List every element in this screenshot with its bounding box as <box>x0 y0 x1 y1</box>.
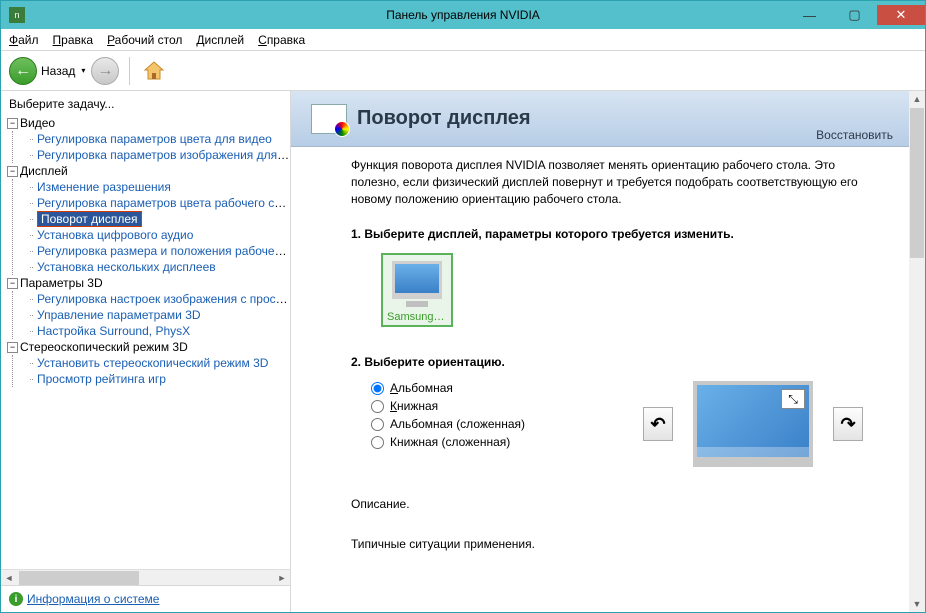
sidebar-hscrollbar[interactable]: ◄ ► <box>1 569 290 585</box>
menu-help[interactable]: Справка <box>258 33 305 47</box>
home-button[interactable] <box>140 57 168 85</box>
tree-item[interactable]: Просмотр рейтинга игр <box>29 371 290 387</box>
toolbar-separator <box>129 57 130 85</box>
tree-group-video[interactable]: −Видео <box>7 115 290 131</box>
scroll-right-icon[interactable]: ► <box>274 571 290 585</box>
task-label: Выберите задачу... <box>1 95 290 115</box>
menu-file[interactable]: Файл <box>9 33 39 47</box>
tree-item[interactable]: Регулировка параметров цвета для видео <box>29 131 290 147</box>
info-icon: i <box>9 592 23 606</box>
menu-desktop[interactable]: Рабочий стол <box>107 33 182 47</box>
tree-item[interactable]: Установить стереоскопический режим 3D <box>29 355 290 371</box>
step2-title: 2. Выберите ориентацию. <box>351 355 873 369</box>
typical-heading: Типичные ситуации применения. <box>351 537 873 551</box>
collapse-icon: − <box>7 118 18 129</box>
display-name: Samsung S22… <box>387 311 447 323</box>
window-title: Панель управления NVIDIA <box>386 8 540 22</box>
back-dropdown-icon[interactable]: ▾ <box>81 66 85 75</box>
tree-item[interactable]: Регулировка размера и положения рабочего… <box>29 243 290 259</box>
menu-edit[interactable]: Правка <box>53 33 94 47</box>
back-icon: ← <box>9 57 37 85</box>
tree-item[interactable]: Установка цифрового аудио <box>29 227 290 243</box>
back-label: Назад <box>41 64 75 78</box>
radio-landscape[interactable]: Альбомная <box>371 381 525 395</box>
tree-item[interactable]: Регулировка настроек изображения с просм… <box>29 291 290 307</box>
tree-item[interactable]: Настройка Surround, PhysX <box>29 323 290 339</box>
radio-portrait-flipped[interactable]: Книжная (сложенная) <box>371 435 525 449</box>
orientation-radios: Альбомная Книжная Альбомная (сложенная) … <box>371 381 525 453</box>
description-heading: Описание. <box>351 497 873 511</box>
toolbar: ← Назад ▾ → <box>1 51 925 91</box>
system-info-link[interactable]: i Информация о системе <box>1 585 290 612</box>
maximize-button[interactable]: ▢ <box>832 5 877 25</box>
page-description: Функция поворота дисплея NVIDIA позволяе… <box>351 157 873 207</box>
tree: −Видео Регулировка параметров цвета для … <box>1 115 290 569</box>
restore-link[interactable]: Восстановить <box>816 128 893 142</box>
sidebar: Выберите задачу... −Видео Регулировка па… <box>1 91 291 612</box>
main-panel: Поворот дисплея Восстановить Функция пов… <box>291 91 925 612</box>
rotate-ccw-button[interactable]: ↶ <box>643 407 673 441</box>
scroll-left-icon[interactable]: ◄ <box>1 571 17 585</box>
app-icon: n <box>9 7 25 23</box>
forward-button[interactable]: → <box>91 57 119 85</box>
minimize-button[interactable]: — <box>787 5 832 25</box>
step1-title: 1. Выберите дисплей, параметры которого … <box>351 227 873 241</box>
tree-group-stereo3d[interactable]: −Стереоскопический режим 3D <box>7 339 290 355</box>
page-header: Поворот дисплея Восстановить <box>291 91 909 147</box>
resize-icon: ⤡ <box>781 389 805 409</box>
orientation-preview: ⤡ <box>693 381 813 467</box>
main-vscrollbar[interactable]: ▲ ▼ <box>909 91 925 612</box>
tree-item[interactable]: Регулировка параметров изображения для в… <box>29 147 290 163</box>
menubar: Файл Правка Рабочий стол Дисплей Справка <box>1 29 925 51</box>
rotate-display-icon <box>311 104 347 134</box>
close-button[interactable]: ✕ <box>877 5 925 25</box>
tree-item[interactable]: Регулировка параметров цвета рабочего ст… <box>29 195 290 211</box>
menu-display[interactable]: Дисплей <box>196 33 244 47</box>
scroll-thumb[interactable] <box>19 571 139 585</box>
rotate-cw-button[interactable]: ↷ <box>833 407 863 441</box>
page-title: Поворот дисплея <box>357 107 531 130</box>
radio-portrait[interactable]: Книжная <box>371 399 525 413</box>
collapse-icon: − <box>7 342 18 353</box>
tree-item[interactable]: Управление параметрами 3D <box>29 307 290 323</box>
collapse-icon: − <box>7 278 18 289</box>
tree-item[interactable]: Установка нескольких дисплеев <box>29 259 290 275</box>
display-selector[interactable]: Samsung S22… <box>381 253 453 327</box>
tree-item[interactable]: Изменение разрешения <box>29 179 290 195</box>
scroll-down-icon[interactable]: ▼ <box>909 596 925 612</box>
radio-landscape-flipped[interactable]: Альбомная (сложенная) <box>371 417 525 431</box>
tree-group-3d[interactable]: −Параметры 3D <box>7 275 290 291</box>
scroll-thumb[interactable] <box>910 108 924 258</box>
back-button[interactable]: ← Назад ▾ <box>9 57 85 85</box>
monitor-icon <box>392 261 442 299</box>
collapse-icon: − <box>7 166 18 177</box>
scroll-up-icon[interactable]: ▲ <box>909 91 925 107</box>
tree-group-display[interactable]: −Дисплей <box>7 163 290 179</box>
tree-item-rotate-display[interactable]: Поворот дисплея <box>29 211 290 227</box>
